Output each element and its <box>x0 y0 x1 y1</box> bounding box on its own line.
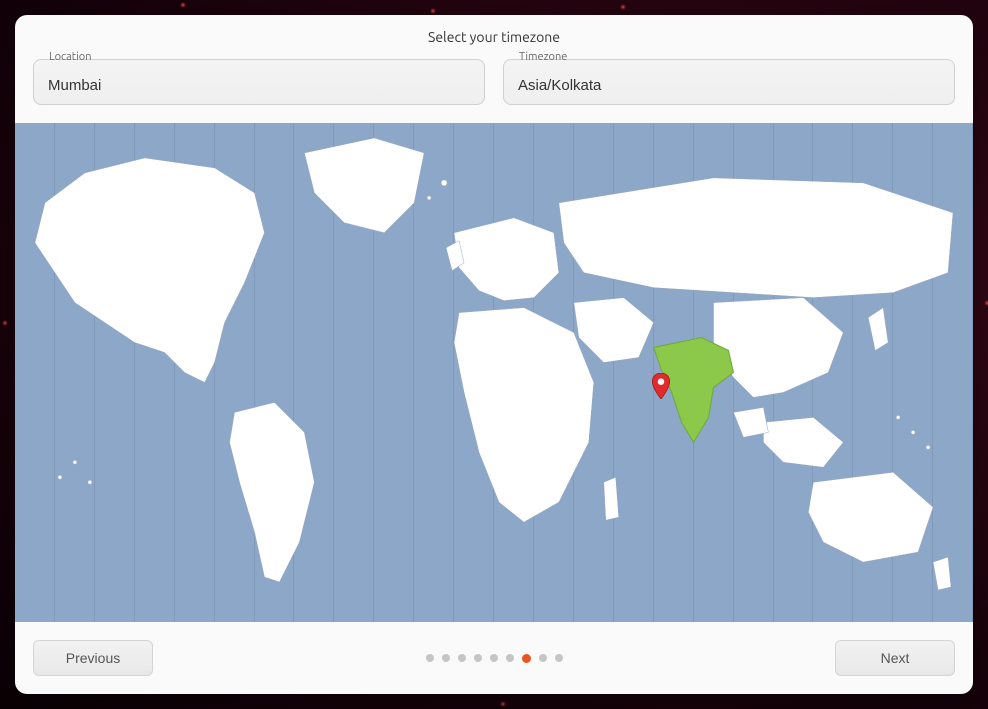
step-dot <box>474 654 482 662</box>
progress-dots <box>426 654 563 663</box>
timezone-dialog: Select your timezone Location Timezone <box>15 15 973 694</box>
location-label: Location <box>45 51 95 63</box>
next-button[interactable]: Next <box>835 640 955 676</box>
location-field-wrap: Location <box>33 59 485 105</box>
timezone-label: Timezone <box>515 51 571 63</box>
step-dot <box>555 654 563 662</box>
step-dot <box>442 654 450 662</box>
dialog-title: Select your timezone <box>15 15 973 59</box>
timezone-field-wrap: Timezone <box>503 59 955 105</box>
step-dot <box>490 654 498 662</box>
dialog-footer: Previous Next <box>15 622 973 694</box>
previous-button[interactable]: Previous <box>33 640 153 676</box>
form-row: Location Timezone <box>15 59 973 123</box>
timezone-input[interactable] <box>503 59 955 105</box>
step-dot <box>506 654 514 662</box>
timezone-map[interactable] <box>15 123 973 622</box>
location-input[interactable] <box>33 59 485 105</box>
location-pin-icon <box>652 373 670 399</box>
step-dot-active <box>522 654 531 663</box>
step-dot <box>539 654 547 662</box>
step-dot <box>426 654 434 662</box>
step-dot <box>458 654 466 662</box>
world-map-svg <box>15 123 973 600</box>
